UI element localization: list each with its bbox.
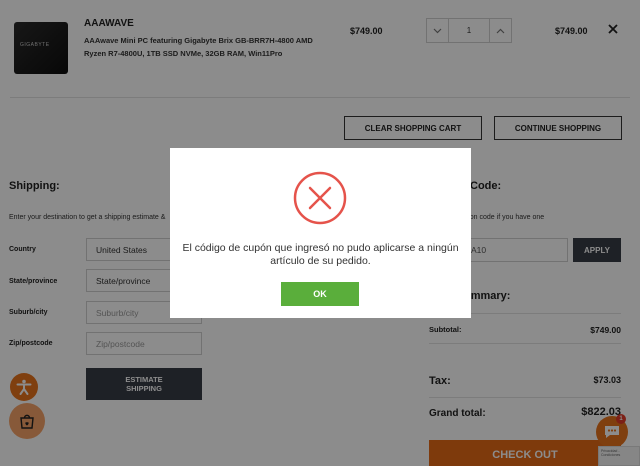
dialog-message: El código de cupón que ingresó no pudo a…	[182, 242, 459, 267]
error-x-icon	[293, 171, 347, 225]
coupon-error-dialog: El código de cupón que ingresó no pudo a…	[170, 148, 471, 318]
dialog-ok-button[interactable]: OK	[281, 282, 359, 306]
